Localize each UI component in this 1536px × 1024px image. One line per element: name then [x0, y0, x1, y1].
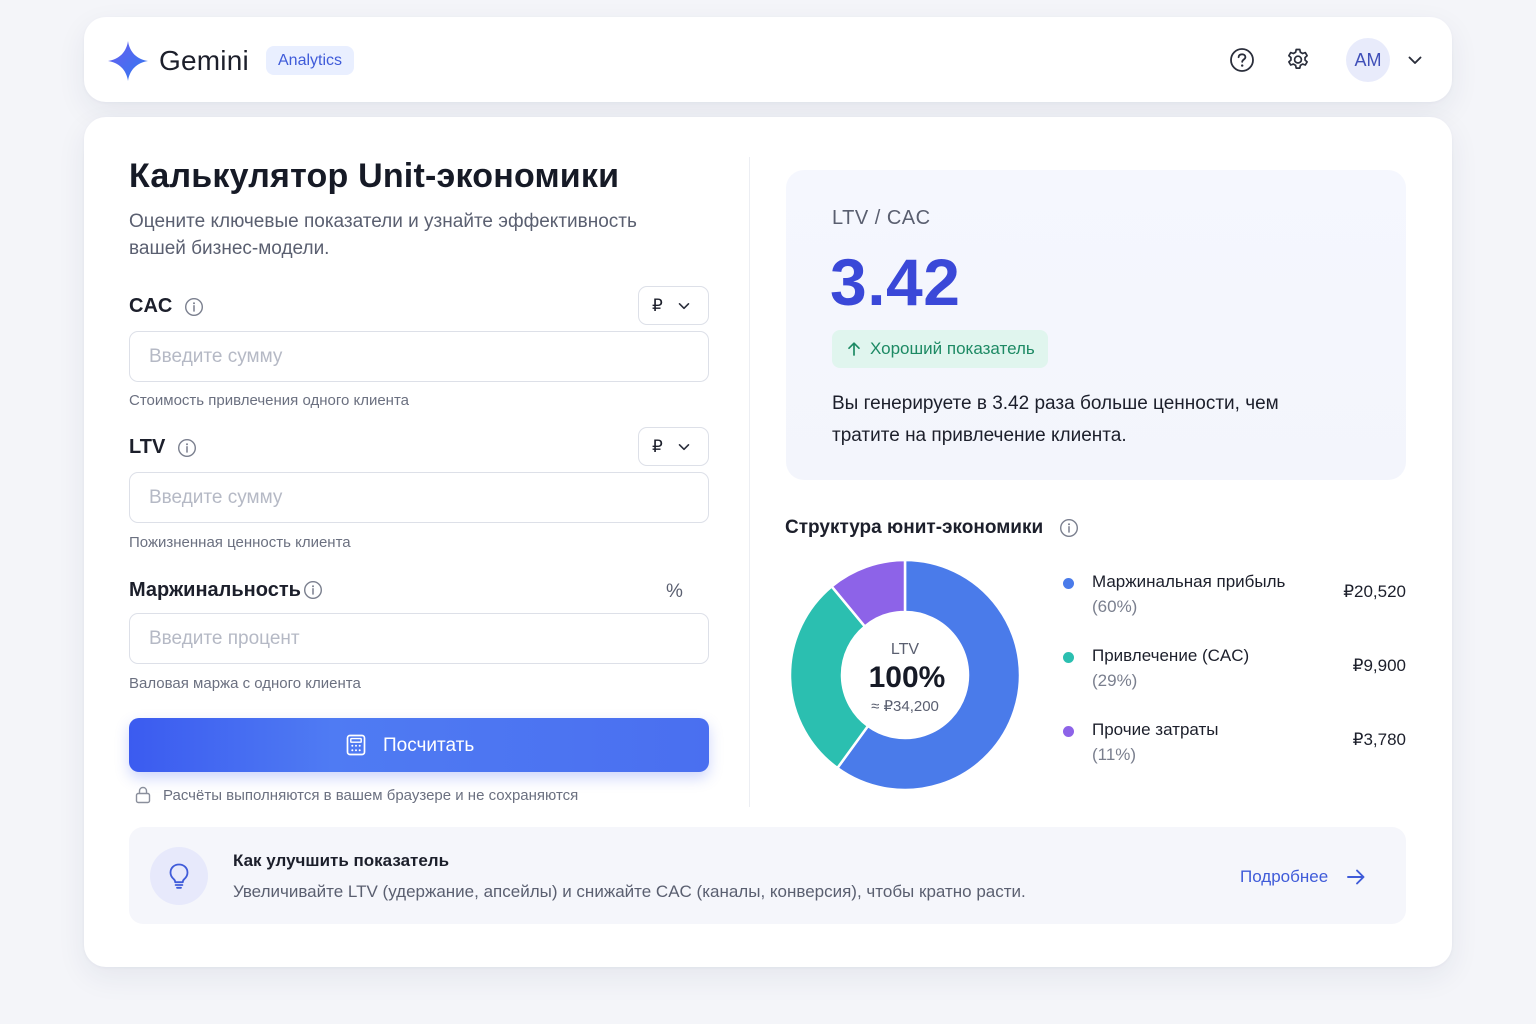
tip-icon-wrap	[150, 847, 208, 905]
ratio-label: LTV / CAC	[832, 207, 931, 229]
learn-more-link[interactable]: Подробнее	[1240, 867, 1328, 887]
legend-percent: (11%)	[1092, 745, 1137, 764]
legend-item: Маржинальная прибыль (60%) ₽20,520	[1060, 570, 1410, 622]
user-avatar[interactable]: AM	[1346, 38, 1390, 82]
donut-center-amount: ≈ ₽34,200	[871, 698, 939, 715]
ltv-currency-select[interactable]: ₽	[638, 427, 709, 466]
column-divider	[749, 157, 750, 807]
ratio-description: Вы генерируете в 3.42 раза больше ценнос…	[832, 393, 1279, 446]
donut-center-label: LTV	[891, 641, 919, 658]
legend-percent: (60%)	[1092, 597, 1138, 616]
margin-label: Маржинальность	[129, 579, 301, 601]
improvement-tip: Как улучшить показатель Увеличивайте LTV…	[129, 827, 1406, 924]
structure-donut-chart: LTV 100% ≈ ₽34,200	[790, 558, 1020, 792]
cac-hint: Стоимость привлечения одного клиента	[129, 392, 410, 409]
legend-amount: ₽20,520	[1343, 582, 1406, 601]
info-icon[interactable]	[184, 297, 204, 317]
tip-title: Как улучшить показатель	[233, 851, 450, 870]
donut-center-value: 100%	[869, 661, 946, 694]
ltv-label: LTV	[129, 436, 166, 458]
sparkle-star-icon	[108, 41, 148, 81]
page-subtitle: Оцените ключевые показатели и узнайте эф…	[129, 211, 637, 259]
lock-icon	[135, 786, 151, 804]
ltv-hint: Пожизненная ценность клиента	[129, 534, 351, 551]
ltv-input[interactable]	[129, 472, 709, 523]
cac-input[interactable]	[129, 331, 709, 382]
info-icon[interactable]	[1059, 518, 1079, 538]
lightbulb-icon	[169, 863, 189, 889]
ratio-result-panel: LTV / CAC 3.42 Хороший показатель Вы ген…	[786, 170, 1406, 480]
legend-name: Привлечение (CAC)	[1092, 646, 1250, 665]
legend-name: Маржинальная прибыль	[1092, 572, 1286, 591]
tip-text: Увеличивайте LTV (удержание, апсейлы) и …	[233, 882, 1026, 901]
calculator-icon	[346, 734, 366, 756]
status-badge: Хороший показатель	[832, 330, 1048, 368]
legend-dot	[1063, 726, 1074, 737]
privacy-note: Расчёты выполняются в вашем браузере и н…	[163, 787, 579, 804]
margin-hint: Валовая маржа с одного клиента	[129, 675, 361, 692]
analytics-badge: Analytics	[266, 46, 355, 75]
page-title: Калькулятор Unit-экономики	[129, 157, 620, 195]
legend-name: Прочие затраты	[1092, 720, 1219, 739]
info-icon[interactable]	[177, 438, 197, 458]
chevron-down-icon[interactable]	[1406, 51, 1424, 69]
chevron-down-icon	[678, 303, 690, 310]
legend-item: Привлечение (CAC) (29%) ₽9,900	[1060, 644, 1410, 696]
gear-icon[interactable]	[1285, 47, 1311, 73]
legend-item: Прочие затраты (11%) ₽3,780	[1060, 718, 1410, 770]
legend-dot	[1063, 578, 1074, 589]
brand-name[interactable]: Gemini	[159, 45, 249, 77]
currency-symbol: ₽	[652, 437, 663, 456]
structure-title: Структура юнит-экономики	[785, 517, 1044, 538]
chevron-down-icon	[678, 444, 690, 451]
calculate-button[interactable]: Посчитать	[129, 718, 709, 772]
currency-symbol: ₽	[652, 296, 663, 315]
legend-amount: ₽9,900	[1352, 656, 1406, 675]
top-header: Gemini Analytics AM	[84, 17, 1452, 102]
percent-unit: %	[666, 581, 683, 602]
margin-input[interactable]	[129, 613, 709, 664]
legend-percent: (29%)	[1092, 671, 1138, 690]
calculate-button-label: Посчитать	[383, 735, 475, 756]
cac-label: CAC	[129, 295, 173, 317]
arrow-right-icon[interactable]	[1345, 867, 1367, 887]
legend-dot	[1063, 652, 1074, 663]
calculator-card: Калькулятор Unit-экономики Оцените ключе…	[84, 117, 1452, 967]
info-icon[interactable]	[303, 580, 323, 600]
legend-amount: ₽3,780	[1352, 730, 1406, 749]
cac-currency-select[interactable]: ₽	[638, 286, 709, 325]
ratio-value: 3.42	[830, 245, 961, 319]
help-circle-icon[interactable]	[1229, 47, 1255, 73]
arrow-up-icon	[848, 342, 860, 356]
status-text: Хороший показатель	[870, 339, 1035, 358]
